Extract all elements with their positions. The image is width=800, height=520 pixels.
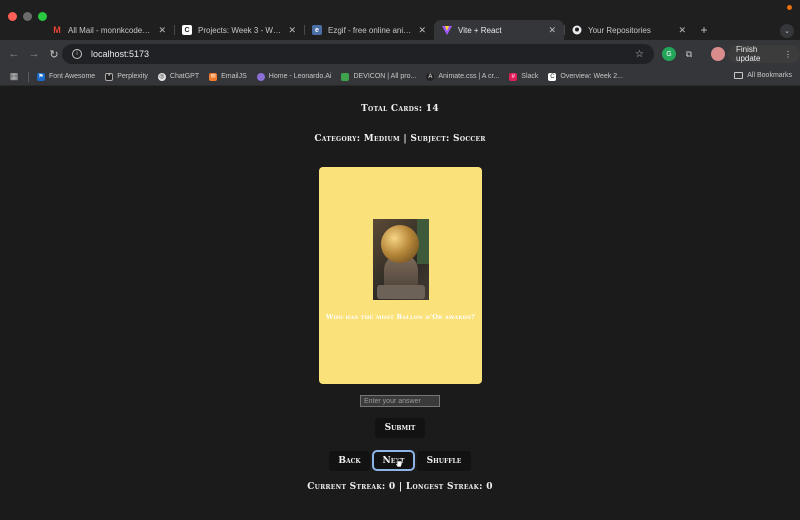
tab-label: All Mail - monnkcode@gmail bbox=[68, 25, 152, 35]
close-icon[interactable]: ✕ bbox=[158, 25, 166, 36]
github-icon bbox=[572, 25, 582, 35]
chatgpt-icon: ◎ bbox=[157, 72, 166, 81]
font-awesome-icon: ⚑ bbox=[37, 72, 45, 81]
mouse-pointer-icon bbox=[395, 457, 403, 468]
answer-input[interactable] bbox=[360, 395, 440, 407]
golden-ball bbox=[381, 225, 419, 263]
next-button[interactable]: Next bbox=[372, 450, 415, 471]
close-icon[interactable]: ✕ bbox=[548, 25, 556, 36]
recording-indicator-icon bbox=[787, 5, 792, 10]
tab-repositories[interactable]: Your Repositories ✕ bbox=[564, 20, 694, 40]
profile-avatar[interactable] bbox=[711, 47, 725, 61]
category-subject-text: Category: Medium | Subject: Soccer bbox=[314, 134, 486, 144]
bookmark-animate-css[interactable]: A Animate.css | A cr... bbox=[426, 72, 500, 81]
close-window-button[interactable] bbox=[8, 12, 17, 21]
slack-icon: # bbox=[509, 72, 518, 81]
close-icon[interactable]: ✕ bbox=[418, 25, 426, 36]
animate-icon: A bbox=[426, 72, 435, 81]
url-text: localhost:5173 bbox=[91, 49, 150, 59]
perplexity-icon: * bbox=[105, 72, 114, 81]
total-cards-text: Total Cards: 14 bbox=[361, 104, 439, 114]
browser-chrome: M All Mail - monnkcode@gmail ✕ C Project… bbox=[0, 0, 800, 86]
back-button[interactable]: Back bbox=[329, 451, 370, 471]
tabs: M All Mail - monnkcode@gmail ✕ C Project… bbox=[44, 20, 714, 40]
apps-grid-icon[interactable]: ▦ bbox=[8, 71, 20, 83]
emailjs-icon: ✉ bbox=[209, 72, 218, 81]
finish-update-label: Finish update bbox=[736, 45, 761, 63]
bookmark-label: Animate.css | A cr... bbox=[438, 73, 500, 80]
gmail-icon: M bbox=[53, 25, 61, 35]
tab-vite-react[interactable]: Vite + React ✕ bbox=[434, 20, 564, 40]
all-bookmarks-button[interactable]: All Bookmarks bbox=[734, 72, 792, 79]
bookmarks-bar: ▦ ⚑ Font Awesome * Perplexity ◎ ChatGPT … bbox=[0, 68, 800, 86]
shuffle-button[interactable]: Shuffle bbox=[417, 451, 471, 471]
tab-projects[interactable]: C Projects: Week 3 - WEB102 | ✕ bbox=[174, 20, 304, 40]
grammarly-extension-icon[interactable]: G bbox=[662, 47, 676, 61]
more-menu-icon: ⋮ bbox=[784, 49, 792, 59]
all-bookmarks-label: All Bookmarks bbox=[747, 72, 792, 79]
bookmark-devicon[interactable]: DEVICON | All pro... bbox=[341, 72, 417, 81]
tab-ezgif[interactable]: e Ezgif - free online animated G ✕ bbox=[304, 20, 434, 40]
c-icon: C bbox=[182, 25, 192, 35]
address-bar[interactable]: i localhost:5173 ☆ bbox=[62, 44, 654, 64]
bookmark-perplexity[interactable]: * Perplexity bbox=[105, 72, 148, 81]
forward-arrow-icon[interactable]: → bbox=[26, 46, 42, 62]
window-controls bbox=[8, 12, 47, 21]
reload-icon[interactable]: ↻ bbox=[46, 46, 62, 62]
bookmark-label: Perplexity bbox=[117, 73, 148, 80]
c-icon: C bbox=[548, 72, 557, 81]
browser-toolbar: ← → ↻ i localhost:5173 ☆ bbox=[0, 40, 800, 68]
tab-label: Projects: Week 3 - WEB102 | bbox=[198, 25, 283, 35]
bookmark-star-icon[interactable]: ☆ bbox=[635, 49, 644, 60]
extensions-puzzle-icon[interactable]: ⧉ bbox=[682, 47, 696, 61]
flashcard[interactable]: Who has the most Ballon d'Or awards? bbox=[319, 167, 482, 384]
bookmark-chatgpt[interactable]: ◎ ChatGPT bbox=[157, 72, 200, 81]
flashcard-app: Total Cards: 14 Category: Medium | Subje… bbox=[0, 86, 800, 520]
bookmark-overview-week2[interactable]: C Overview: Week 2... bbox=[548, 72, 623, 81]
streak-text: Current Streak: 0 | Longest Streak: 0 bbox=[307, 482, 493, 492]
bookmark-label: Overview: Week 2... bbox=[560, 73, 623, 80]
tab-label: Ezgif - free online animated G bbox=[328, 25, 412, 35]
ballon-dor-trophy-image bbox=[373, 219, 429, 300]
bookmark-label: Home - Leonardo.Ai bbox=[268, 73, 332, 80]
card-question-text: Who has the most Ballon d'Or awards? bbox=[325, 313, 476, 321]
bookmark-label: DEVICON | All pro... bbox=[353, 73, 417, 80]
ezgif-icon: e bbox=[312, 25, 322, 35]
trophy-base bbox=[377, 285, 425, 299]
finish-update-button[interactable]: Finish update ⋮ bbox=[728, 45, 800, 63]
bookmark-label: EmailJS bbox=[221, 73, 247, 80]
back-arrow-icon[interactable]: ← bbox=[6, 46, 22, 62]
bookmark-leonardo[interactable]: Home - Leonardo.Ai bbox=[256, 72, 332, 81]
vite-icon bbox=[442, 25, 452, 35]
minimize-window-button[interactable] bbox=[23, 12, 32, 21]
close-icon[interactable]: ✕ bbox=[288, 25, 296, 36]
folder-icon bbox=[734, 72, 744, 79]
bookmark-slack[interactable]: # Slack bbox=[509, 72, 539, 81]
new-tab-button[interactable]: + bbox=[694, 20, 714, 40]
tab-search-icon[interactable]: ⌄ bbox=[780, 24, 794, 38]
bookmark-label: Font Awesome bbox=[49, 73, 96, 80]
bookmark-font-awesome[interactable]: ⚑ Font Awesome bbox=[37, 72, 96, 81]
tab-gmail[interactable]: M All Mail - monnkcode@gmail ✕ bbox=[44, 20, 174, 40]
submit-button[interactable]: Submit bbox=[375, 418, 425, 438]
devicon-icon bbox=[341, 72, 350, 81]
tab-label: Vite + React bbox=[458, 25, 502, 35]
close-icon[interactable]: ✕ bbox=[678, 25, 686, 36]
tab-strip: M All Mail - monnkcode@gmail ✕ C Project… bbox=[0, 0, 800, 40]
bookmark-emailjs[interactable]: ✉ EmailJS bbox=[209, 72, 247, 81]
bookmarks-divider bbox=[28, 71, 29, 82]
site-info-icon[interactable]: i bbox=[72, 49, 82, 59]
tab-label: Your Repositories bbox=[588, 25, 651, 35]
bookmark-label: ChatGPT bbox=[169, 73, 200, 80]
bookmark-label: Slack bbox=[521, 73, 539, 80]
leonardo-icon bbox=[256, 72, 265, 81]
